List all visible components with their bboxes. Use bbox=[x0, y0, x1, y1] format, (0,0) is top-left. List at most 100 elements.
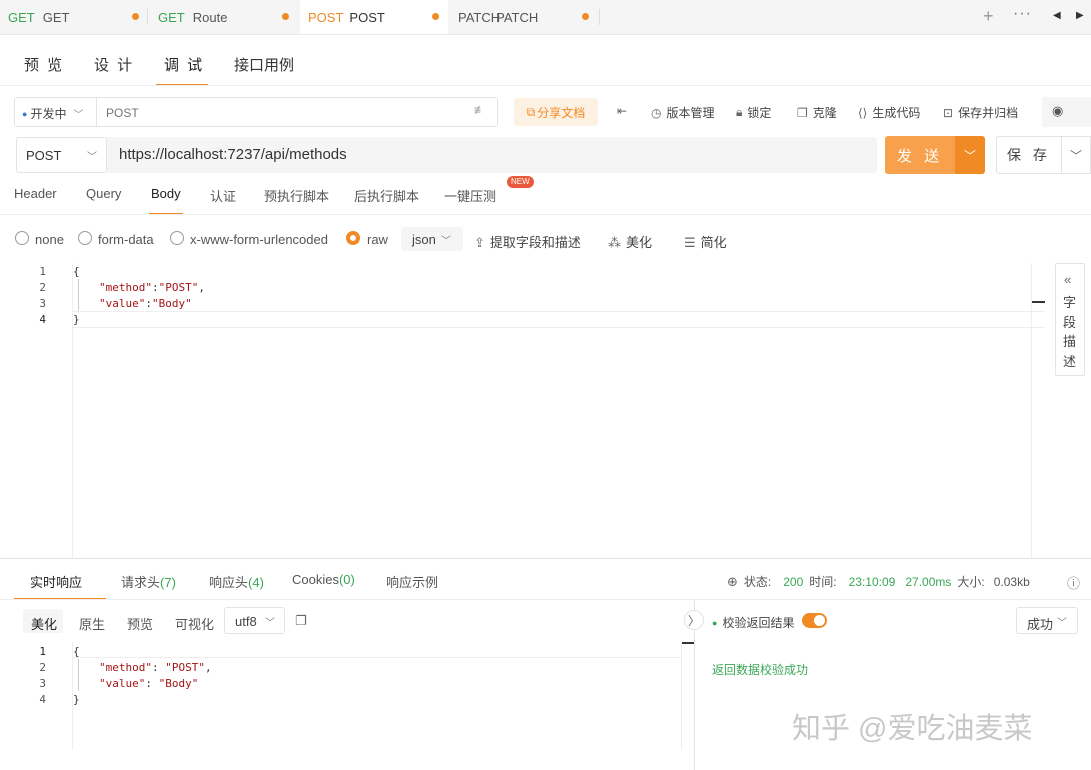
new-badge: NEW bbox=[507, 176, 534, 188]
line-number: 3 bbox=[39, 677, 46, 690]
add-tab-icon[interactable]: + bbox=[983, 6, 994, 27]
request-tab-patch[interactable]: PATCH PATCH bbox=[450, 0, 600, 34]
archive-icon: ⊡ bbox=[943, 105, 954, 120]
validation-toggle-row: ● 校验返回结果 bbox=[712, 616, 795, 630]
radio-urlencoded[interactable] bbox=[170, 231, 184, 245]
response-size: 0.03kb bbox=[993, 574, 1030, 589]
clock-icon: ◷ bbox=[651, 105, 662, 120]
tab-response-example[interactable]: 响应示例 bbox=[386, 572, 438, 591]
method-label: GET bbox=[158, 9, 185, 25]
chevron-down-icon: ﹀ bbox=[1057, 618, 1067, 629]
code-line: } bbox=[73, 693, 80, 706]
radio-none[interactable] bbox=[15, 231, 29, 245]
indent-button[interactable]: ⇤ bbox=[617, 104, 632, 118]
extract-fields-button[interactable]: ⇪ 提取字段和描述 bbox=[474, 232, 581, 251]
save-button[interactable]: 保 存 bbox=[996, 136, 1062, 174]
scrollbar-marker bbox=[1032, 301, 1045, 303]
format-select[interactable]: json ﹀ bbox=[401, 227, 463, 251]
line-number: 2 bbox=[39, 281, 46, 294]
send-button[interactable]: 发 送 bbox=[885, 136, 955, 174]
lock-button[interactable]: 🔒︎ 锁定 bbox=[736, 104, 771, 121]
simplify-button[interactable]: ☰ 简化 bbox=[684, 232, 727, 251]
request-tab-route[interactable]: GET Route bbox=[150, 0, 298, 34]
unsaved-dot-icon bbox=[282, 13, 289, 20]
view-tab-preview[interactable]: 预览 bbox=[127, 614, 153, 633]
divider bbox=[0, 558, 1091, 559]
view-tab-beautify[interactable]: 美化 bbox=[31, 614, 57, 633]
tab-response-headers[interactable]: 响应头(4) bbox=[209, 572, 264, 591]
tab-realtime-response[interactable]: 实时响应 bbox=[13, 572, 107, 600]
response-status-bar: ⊕ 状态: 200 时间: 23:10:09 27.00ms 大小: 0.03k… bbox=[727, 573, 1030, 590]
url-text: https://localhost:7237/api/methods bbox=[119, 146, 347, 163]
code-line: { bbox=[73, 645, 80, 658]
url-input[interactable]: https://localhost:7237/api/methods bbox=[107, 137, 877, 173]
result-select-value: 成功 bbox=[1027, 617, 1054, 632]
chevron-down-icon: ﹀ bbox=[963, 148, 976, 163]
tab-debug[interactable]: 调 试 bbox=[155, 54, 209, 86]
info-icon[interactable]: ⓘ bbox=[1067, 573, 1080, 592]
code-line: } bbox=[73, 313, 80, 326]
scrollbar-marker bbox=[682, 642, 694, 644]
chevron-right-icon[interactable]: 〉 bbox=[684, 610, 704, 630]
api-name-input[interactable] bbox=[104, 100, 468, 126]
validation-toggle-switch[interactable] bbox=[802, 613, 827, 628]
view-toggle[interactable]: ◉ bbox=[1042, 97, 1091, 127]
tab-scroll-right-icon[interactable]: ▶ bbox=[1076, 10, 1084, 21]
tab-cookies[interactable]: Cookies(0) bbox=[292, 572, 355, 587]
view-tab-visualize[interactable]: 可视化 bbox=[175, 614, 214, 633]
result-select[interactable]: 成功 ﹀ bbox=[1016, 607, 1078, 634]
more-icon[interactable]: ··· bbox=[1013, 5, 1032, 23]
response-body-viewer[interactable] bbox=[0, 642, 694, 750]
request-tab-get[interactable]: GET GET bbox=[0, 0, 148, 34]
radio-raw[interactable] bbox=[346, 231, 360, 245]
chevron-down-icon: ﹀ bbox=[1069, 148, 1082, 163]
tab-request-headers[interactable]: 请求头(7) bbox=[121, 572, 176, 591]
method-select[interactable]: POST ﹀ bbox=[16, 137, 107, 173]
tab-body[interactable]: Body bbox=[149, 186, 183, 215]
tab-preview[interactable]: 预 览 bbox=[24, 54, 64, 86]
save-archive-button[interactable]: ⊡ 保存并归档 bbox=[943, 104, 1018, 121]
line-number: 4 bbox=[39, 313, 46, 326]
view-tab-raw[interactable]: 原生 bbox=[79, 614, 105, 633]
line-number: 1 bbox=[39, 645, 46, 658]
tab-pre-script[interactable]: 预执行脚本 bbox=[264, 186, 329, 205]
copy-icon: ❐ bbox=[797, 105, 808, 120]
clone-button[interactable]: ❐ 克隆 bbox=[797, 104, 837, 121]
code-line: "method": "POST", bbox=[99, 661, 212, 674]
radio-urlencoded-label: x-www-form-urlencoded bbox=[190, 232, 328, 247]
request-tab-name: Route bbox=[192, 9, 228, 25]
lock-icon: 🔒︎ bbox=[736, 105, 743, 119]
method-label: POST bbox=[308, 9, 344, 25]
indent-icon: ⇤ bbox=[617, 104, 628, 118]
tab-scroll-left-icon[interactable]: ◀ bbox=[1053, 10, 1061, 21]
request-tab-name: PATCH bbox=[496, 9, 539, 25]
response-time: 23:10:09 bbox=[848, 574, 896, 589]
radio-form-data[interactable] bbox=[78, 231, 92, 245]
tab-post-script[interactable]: 后执行脚本 bbox=[354, 186, 419, 205]
send-options-button[interactable]: ﹀ bbox=[955, 136, 985, 174]
encoding-select-value: utf8 bbox=[235, 614, 257, 629]
indent-guide bbox=[78, 279, 79, 311]
active-line-highlight bbox=[73, 311, 1045, 328]
field-description-panel[interactable]: « 字段描述 bbox=[1055, 263, 1085, 376]
tab-load-test[interactable]: 一键压测 bbox=[444, 186, 496, 205]
tab-design[interactable]: 设 计 bbox=[94, 54, 134, 86]
tab-query[interactable]: Query bbox=[86, 186, 121, 201]
unsaved-dot-icon bbox=[432, 13, 439, 20]
encoding-select[interactable]: utf8 ﹀ bbox=[224, 607, 285, 634]
save-options-button[interactable]: ﹀ bbox=[1061, 136, 1091, 174]
share-doc-button[interactable]: ⧉ 分享文档 bbox=[514, 98, 598, 126]
eye-icon: ◉ bbox=[1052, 103, 1064, 118]
request-tab-post[interactable]: POST POST bbox=[300, 0, 448, 34]
env-status-select[interactable]: ● 开发中 ﹀ bbox=[22, 105, 83, 122]
copy-icon[interactable]: ❐ bbox=[295, 613, 307, 629]
request-tab-name: GET bbox=[42, 9, 70, 25]
tab-header[interactable]: Header bbox=[14, 186, 57, 201]
method-label: PATCH bbox=[458, 9, 501, 25]
beautify-button[interactable]: ⁂ 美化 bbox=[608, 232, 652, 251]
tab-test-cases[interactable]: 接口用例 bbox=[234, 54, 294, 86]
edit-icon[interactable]: ≢ bbox=[474, 103, 486, 117]
generate-code-button[interactable]: ⟨⟩ 生成代码 bbox=[858, 104, 920, 121]
tab-auth[interactable]: 认证 bbox=[210, 186, 236, 205]
version-button[interactable]: ◷ 版本管理 bbox=[651, 104, 715, 121]
